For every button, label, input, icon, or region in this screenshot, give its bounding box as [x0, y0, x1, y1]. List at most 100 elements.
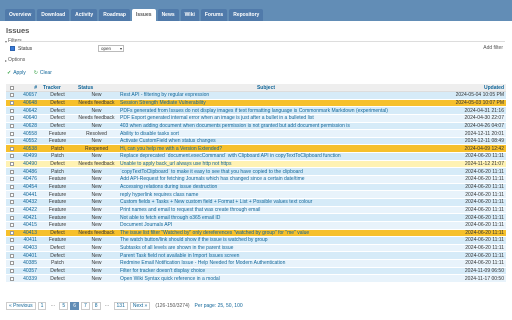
apply-button[interactable]: ✓ Apply [7, 70, 26, 76]
row-checkbox[interactable] [10, 192, 14, 197]
table-row[interactable]: 40401 Defect New Parent Task field not avai… [6, 252, 506, 261]
issue-id-link[interactable]: 40499 [18, 153, 40, 159]
table-row[interactable]: 40640 Defect Needs feedback PDF Export gene… [6, 114, 506, 123]
issue-subject-link[interactable]: Redmine Email Notification Issue - Help … [118, 260, 412, 266]
row-checkbox[interactable] [10, 93, 14, 98]
select-all-checkbox[interactable] [10, 85, 14, 90]
row-checkbox[interactable] [10, 261, 14, 266]
issue-id-link[interactable]: 40476 [18, 176, 40, 182]
row-checkbox[interactable] [10, 116, 14, 121]
issue-id-link[interactable]: 40490 [18, 161, 40, 167]
page-link[interactable]: 7 [80, 302, 90, 310]
table-row[interactable]: 40441 Feature New reply hyperlink requires … [6, 191, 506, 199]
table-row[interactable]: 40422 Feature New Print names and email to … [6, 206, 506, 215]
tab-repository[interactable]: Repository [229, 9, 264, 21]
issue-subject-link[interactable]: PDFs generated from Issues do not displa… [118, 108, 412, 114]
table-row[interactable]: 40538 Patch Reopened Hi, can you help me wi… [6, 145, 506, 154]
tab-download[interactable]: Download [37, 9, 70, 21]
issue-subject-link[interactable]: Add API-Request for fetching Journals wh… [118, 176, 412, 182]
issue-id-link[interactable]: 40486 [18, 169, 40, 175]
table-row[interactable]: 40357 Defect New Filter for tracker doesn't… [6, 267, 506, 276]
table-row[interactable]: 40490 Defect Needs feedback Unable to apply… [6, 160, 506, 169]
issue-id-link[interactable]: 40454 [18, 184, 40, 190]
issue-subject-link[interactable]: Open Wiki Syntax quick reference in a mo… [118, 276, 412, 282]
row-checkbox[interactable] [10, 246, 14, 251]
table-row[interactable]: 40642 Defect New PDFs generated from Issues… [6, 107, 506, 115]
issue-id-link[interactable]: 40657 [18, 92, 40, 98]
issue-subject-link[interactable]: Session Strength Mediate Vulnerability [118, 100, 412, 106]
row-checkbox[interactable] [10, 169, 14, 174]
row-checkbox[interactable] [10, 154, 14, 159]
row-checkbox[interactable] [10, 200, 14, 205]
issue-subject-link[interactable]: Custom fields + Tasks + New custom field… [118, 199, 412, 205]
table-row[interactable]: 40558 Feature Resolved Ability to disable t… [6, 130, 506, 138]
row-checkbox[interactable] [10, 177, 14, 182]
table-row[interactable]: 40454 Feature New Accessing relations durin… [6, 183, 506, 192]
issue-subject-link[interactable]: Activate CustomField when status changes [118, 138, 412, 144]
row-checkbox[interactable] [10, 215, 14, 220]
row-checkbox[interactable] [10, 139, 14, 144]
tab-news[interactable]: News [157, 9, 179, 21]
issue-subject-link[interactable]: Parent Task field not available in Impor… [118, 253, 412, 259]
issue-subject-link[interactable]: `copyTextToClipboard` to make it easy to… [118, 169, 412, 175]
row-checkbox[interactable] [10, 146, 14, 151]
filter-status-checkbox[interactable] [10, 46, 15, 51]
issue-id-link[interactable]: 40642 [18, 108, 40, 114]
table-row[interactable]: 40415 Feature New Document Journals API 2024… [6, 221, 506, 230]
issue-id-link[interactable]: 40441 [18, 192, 40, 198]
table-row[interactable]: 40499 Patch New Replace deprecated `documen… [6, 153, 506, 161]
issue-id-link[interactable]: 40538 [18, 146, 40, 152]
issue-subject-link[interactable]: reply hyperlink requires class name [118, 192, 412, 198]
table-row[interactable]: 40552 Feature New Activate CustomField when… [6, 137, 506, 146]
options-toggle[interactable]: ▸ Options [5, 57, 25, 63]
issue-id-link[interactable]: 40415 [18, 222, 40, 228]
table-row[interactable]: 40657 Defect New Rest API - filtering by re… [6, 92, 506, 100]
issue-id-link[interactable]: 40422 [18, 207, 40, 213]
row-checkbox[interactable] [10, 131, 14, 136]
table-row[interactable]: 40432 Feature New Custom fields + Tasks + N… [6, 198, 506, 207]
filter-status-operator-select[interactable]: open [98, 45, 124, 52]
table-row[interactable]: 40411 Feature New The watch button/link sho… [6, 237, 506, 245]
per-page-options[interactable]: 25, 50, 100 [218, 303, 243, 309]
row-checkbox[interactable] [10, 185, 14, 189]
tab-issues[interactable]: Issues [131, 9, 156, 21]
row-checkbox[interactable] [10, 238, 14, 243]
page-link[interactable]: 131 [113, 302, 128, 310]
column-header-subject[interactable]: Subject [118, 85, 412, 91]
issue-id-link[interactable]: 40628 [18, 123, 40, 129]
table-row[interactable]: 40628 Defect New 403 when adding document w… [6, 122, 506, 131]
issue-id-link[interactable]: 40385 [18, 260, 40, 266]
tab-overview[interactable]: Overview [5, 9, 36, 21]
issue-subject-link[interactable]: Replace deprecated `document.execCommand… [118, 153, 412, 159]
row-checkbox[interactable] [10, 108, 14, 113]
issue-subject-link[interactable]: Print names and email to request that wa… [118, 207, 412, 213]
issue-id-link[interactable]: 40558 [18, 131, 40, 137]
issue-id-link[interactable]: 40401 [18, 253, 40, 259]
table-row[interactable]: 40648 Defect Needs feedback Session Strengt… [6, 99, 506, 108]
row-checkbox[interactable] [10, 230, 14, 235]
tab-roadmap[interactable]: Roadmap [99, 9, 130, 21]
issue-subject-link[interactable]: 403 when adding document when documents … [118, 123, 412, 129]
issue-id-link[interactable]: 40413 [18, 230, 40, 236]
table-row[interactable]: 40385 Patch New Redmine Email Notification … [6, 260, 506, 268]
issue-subject-link[interactable]: Document Journals API [118, 222, 412, 228]
issue-subject-link[interactable]: Accessing relations during issue destruc… [118, 184, 412, 190]
row-checkbox[interactable] [10, 253, 14, 258]
row-checkbox[interactable] [10, 162, 14, 167]
issue-subject-link[interactable]: The issue list filter "Watched by" only … [118, 230, 412, 236]
row-checkbox[interactable] [10, 100, 14, 105]
tab-forums[interactable]: Forums [200, 9, 228, 21]
issue-subject-link[interactable]: Unable to apply back_url always use http… [118, 161, 412, 167]
table-row[interactable]: 40413 Defect Needs feedback The issue list … [6, 229, 506, 238]
previous-page-link[interactable]: « Previous [6, 302, 36, 310]
issue-id-link[interactable]: 40357 [18, 268, 40, 274]
issue-id-link[interactable]: 40421 [18, 215, 40, 221]
issue-id-link[interactable]: 40432 [18, 199, 40, 205]
table-row[interactable]: 40486 Patch New `copyTextToClipboard` to ma… [6, 168, 506, 177]
page-link[interactable]: 5 [59, 302, 69, 310]
issue-id-link[interactable]: 40403 [18, 245, 40, 251]
table-row[interactable]: 40403 Defect New Subtasks of all levels are… [6, 244, 506, 253]
issue-id-link[interactable]: 40411 [18, 237, 40, 243]
page-link[interactable]: 1 [37, 302, 47, 310]
issue-subject-link[interactable]: Subtasks of all levels are shown in the … [118, 245, 412, 251]
